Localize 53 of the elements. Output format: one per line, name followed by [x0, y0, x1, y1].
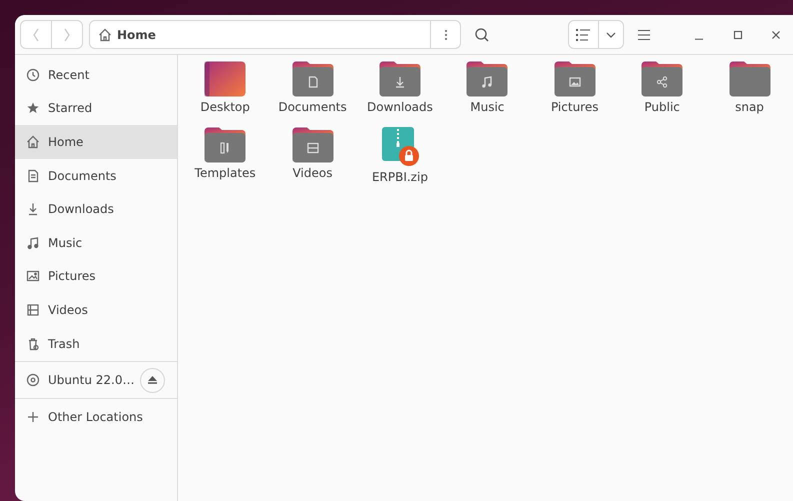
sidebar-item[interactable]: Pictures [15, 260, 178, 294]
maximize-icon [732, 30, 743, 40]
trash-icon [26, 336, 40, 351]
sidebar-item[interactable]: Ubuntu 22.0… [15, 363, 140, 397]
document-icon [26, 168, 40, 183]
file-item[interactable]: Public [618, 61, 706, 126]
eject-button[interactable] [140, 368, 166, 393]
chevron-down-icon [606, 32, 616, 38]
sidebar-item[interactable]: Downloads [15, 192, 178, 226]
document-folder-icon [292, 61, 334, 97]
desktop-folder-icon [204, 61, 246, 97]
sidebar-item[interactable]: Starred [15, 92, 178, 126]
file-item[interactable]: ERPBI.zip [356, 126, 444, 192]
sidebar-item[interactable]: Other Locations [15, 400, 178, 434]
file-item[interactable]: Desktop [181, 61, 269, 126]
file-item[interactable]: Templates [181, 126, 269, 192]
folder-icon [728, 61, 770, 97]
sidebar-item[interactable]: Trash [15, 326, 178, 360]
picture-folder-icon [554, 61, 596, 97]
file-item[interactable]: Pictures [531, 61, 618, 126]
home-icon [26, 134, 40, 149]
sidebar-item[interactable]: Videos [15, 293, 178, 327]
disc-icon [26, 373, 40, 388]
sidebar-item[interactable]: Documents [15, 158, 178, 192]
picture-icon [26, 269, 40, 284]
home-icon [98, 28, 112, 42]
star-icon [26, 101, 40, 116]
share-folder-icon [641, 61, 684, 97]
music-folder-icon [466, 61, 508, 97]
file-item[interactable]: Downloads [356, 61, 444, 126]
sidebar-item[interactable]: Home [15, 125, 178, 159]
menu-icon [638, 30, 650, 40]
zip-archive-locked-icon [380, 126, 420, 166]
file-item[interactable]: Documents [268, 61, 356, 126]
file-item[interactable]: snap [706, 61, 793, 126]
sidebar-item[interactable]: Recent [15, 58, 178, 92]
clock-icon [26, 68, 40, 82]
minimize-icon [694, 38, 703, 40]
file-item[interactable]: Videos [268, 126, 356, 192]
film-folder-icon [292, 126, 334, 162]
list-icon [576, 28, 590, 40]
eject-icon [148, 376, 158, 384]
close-icon [771, 30, 782, 40]
music-note-icon [26, 236, 40, 250]
template-folder-icon [204, 126, 246, 162]
file-item[interactable]: Music [444, 61, 532, 126]
download-folder-icon [378, 61, 421, 97]
plus-icon [26, 410, 40, 424]
sidebar-item[interactable]: Music [15, 226, 178, 260]
search-icon [474, 26, 490, 42]
more-icon [444, 28, 448, 40]
film-icon [26, 302, 40, 317]
download-icon [26, 202, 40, 216]
